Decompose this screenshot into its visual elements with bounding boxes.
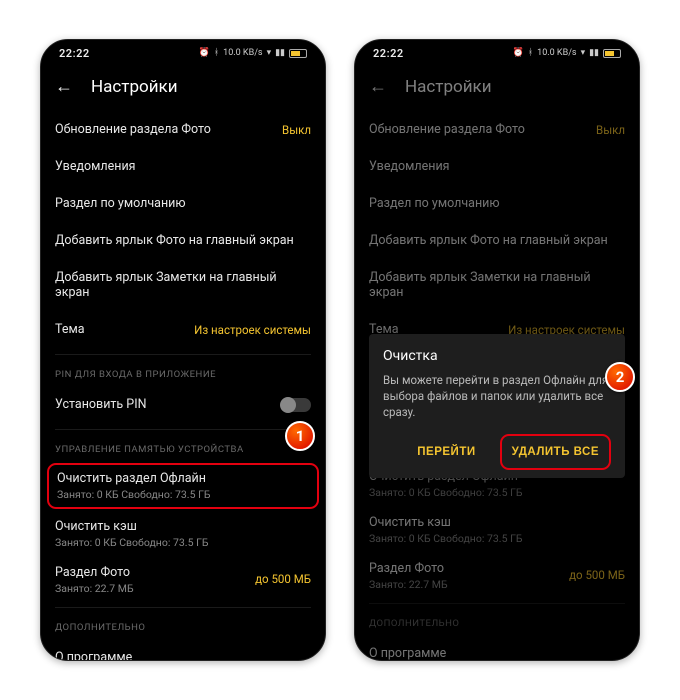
- setting-label: Добавить ярлык Заметки на главный экран: [369, 270, 625, 300]
- page-title: Настройки: [91, 77, 178, 97]
- setting-notes-shortcut[interactable]: Добавить ярлык Заметки на главный экран: [369, 259, 625, 311]
- setting-label: Добавить ярлык Фото на главный экран: [55, 233, 294, 248]
- setting-notes-shortcut[interactable]: Добавить ярлык Заметки на главный экран: [55, 259, 311, 311]
- setting-photo-shortcut[interactable]: Добавить ярлык Фото на главный экран: [55, 222, 311, 259]
- status-time: 22:22: [59, 47, 90, 60]
- status-time: 22:22: [373, 47, 404, 60]
- net-speed: 10.0 KB/s: [537, 48, 576, 58]
- signal-icon: ▮▮: [275, 48, 285, 58]
- storage-value: до 500 МБ: [255, 572, 311, 586]
- setting-theme[interactable]: Тема Из настроек системы: [55, 311, 311, 348]
- net-speed: 10.0 KB/s: [223, 48, 262, 58]
- storage-title: Раздел Фото: [55, 565, 134, 580]
- storage-title: Очистить кэш: [55, 519, 311, 534]
- storage-title: Раздел Фото: [369, 561, 448, 576]
- setting-notifications[interactable]: Уведомления: [55, 148, 311, 185]
- bt-icon: ᚼ: [528, 48, 533, 58]
- setting-default-section[interactable]: Раздел по умолчанию: [55, 185, 311, 222]
- setting-label: Уведомления: [55, 159, 136, 174]
- storage-title: Очистить кэш: [369, 515, 625, 530]
- setting-label: Тема: [55, 322, 85, 337]
- setting-value: Выкл: [282, 123, 311, 137]
- setting-label: Раздел по умолчанию: [55, 196, 186, 211]
- setting-photo-update[interactable]: Обновление раздела Фото Выкл: [55, 111, 311, 148]
- battery-icon: [603, 49, 621, 58]
- storage-subtitle: Занято: 22.7 МБ: [55, 582, 134, 595]
- section-extra-heading: ДОПОЛНИТЕЛЬНО: [55, 607, 311, 639]
- storage-value: до 500 МБ: [569, 568, 625, 582]
- storage-subtitle: Занято: 22.7 МБ: [369, 578, 448, 591]
- phone-screenshot-2: 22:22 ⏰ ᚼ 10.0 KB/s ▾ ▮▮ ← Настройки Обн…: [354, 39, 640, 661]
- setting-about[interactable]: О программе: [369, 635, 625, 661]
- storage-title: Очистить раздел Офлайн: [57, 471, 309, 486]
- pin-toggle[interactable]: [281, 398, 311, 412]
- alarm-icon: ⏰: [199, 48, 210, 58]
- setting-label: О программе: [55, 650, 132, 661]
- page-title: Настройки: [405, 77, 492, 97]
- highlight-clear-offline: Очистить раздел Офлайн Занято: 0 КБ Своб…: [47, 463, 319, 509]
- phone-screenshot-1: 22:22 ⏰ ᚼ 10.0 KB/s ▾ ▮▮ ← Настройки Обн…: [40, 39, 326, 661]
- setting-notifications[interactable]: Уведомления: [369, 148, 625, 185]
- dialog-text: Вы можете перейти в раздел Офлайн для вы…: [383, 372, 611, 420]
- section-storage-heading: УПРАВЛЕНИЕ ПАМЯТЬЮ УСТРОЙСТВА: [55, 429, 311, 461]
- highlight-delete-all: УДАЛИТЬ ВСЕ: [500, 434, 611, 470]
- storage-subtitle: Занято: 0 КБ Свободно: 73.5 ГБ: [57, 488, 309, 501]
- alarm-icon: ⏰: [513, 48, 524, 58]
- app-header: ← Настройки: [355, 66, 639, 111]
- back-icon[interactable]: ←: [55, 76, 73, 97]
- setting-label: Раздел по умолчанию: [369, 196, 500, 211]
- setting-label: Обновление раздела Фото: [55, 122, 211, 137]
- bt-icon: ᚼ: [214, 48, 219, 58]
- dialog-title: Очистка: [383, 348, 611, 364]
- signal-icon: ▮▮: [589, 48, 599, 58]
- status-icons: ⏰ ᚼ 10.0 KB/s ▾ ▮▮: [513, 48, 621, 58]
- section-extra-heading: ДОПОЛНИТЕЛЬНО: [369, 603, 625, 635]
- dialog-go-button[interactable]: ПЕРЕЙТИ: [415, 434, 477, 470]
- storage-clear-offline[interactable]: Очистить раздел Офлайн Занято: 0 КБ Своб…: [57, 471, 309, 501]
- status-icons: ⏰ ᚼ 10.0 KB/s ▾ ▮▮: [199, 48, 307, 58]
- setting-photo-shortcut[interactable]: Добавить ярлык Фото на главный экран: [369, 222, 625, 259]
- callout-1: 1: [285, 421, 315, 451]
- storage-clear-cache[interactable]: Очистить кэш Занято: 0 КБ Свободно: 73.5…: [369, 507, 625, 553]
- setting-value: Выкл: [596, 123, 625, 137]
- section-pin-heading: PIN ДЛЯ ВХОДА В ПРИЛОЖЕНИЕ: [55, 354, 311, 386]
- storage-photo-section[interactable]: Раздел Фото Занято: 22.7 МБ до 500 МБ: [55, 557, 311, 601]
- setting-photo-update[interactable]: Обновление раздела Фото Выкл: [369, 111, 625, 148]
- setting-label: Уведомления: [369, 159, 450, 174]
- setting-label: Обновление раздела Фото: [369, 122, 525, 137]
- dialog-delete-all-button[interactable]: УДАЛИТЬ ВСЕ: [510, 440, 601, 464]
- storage-subtitle: Занято: 0 КБ Свободно: 73.5 ГБ: [55, 536, 311, 549]
- setting-label: О программе: [369, 646, 446, 661]
- callout-2: 2: [605, 362, 635, 392]
- setting-label: Добавить ярлык Фото на главный экран: [369, 233, 608, 248]
- wifi-icon: ▾: [267, 48, 272, 58]
- status-bar: 22:22 ⏰ ᚼ 10.0 KB/s ▾ ▮▮: [41, 40, 325, 66]
- setting-label: Добавить ярлык Заметки на главный экран: [55, 270, 311, 300]
- setting-set-pin[interactable]: Установить PIN: [55, 386, 311, 423]
- app-header: ← Настройки: [41, 66, 325, 111]
- battery-icon: [289, 49, 307, 58]
- setting-default-section[interactable]: Раздел по умолчанию: [369, 185, 625, 222]
- cleanup-dialog: Очистка Вы можете перейти в раздел Офлай…: [369, 334, 625, 478]
- storage-clear-cache[interactable]: Очистить кэш Занято: 0 КБ Свободно: 73.5…: [55, 511, 311, 557]
- status-bar: 22:22 ⏰ ᚼ 10.0 KB/s ▾ ▮▮: [355, 40, 639, 66]
- setting-value: Из настроек системы: [194, 323, 311, 337]
- storage-photo-section[interactable]: Раздел Фото Занято: 22.7 МБ до 500 МБ: [369, 553, 625, 597]
- setting-label: Установить PIN: [55, 397, 147, 412]
- storage-subtitle: Занято: 0 КБ Свободно: 73.5 ГБ: [369, 532, 625, 545]
- storage-subtitle: Занято: 0 КБ Свободно: 73.5 ГБ: [369, 486, 625, 499]
- wifi-icon: ▾: [581, 48, 586, 58]
- setting-about[interactable]: О программе: [55, 639, 311, 661]
- back-icon[interactable]: ←: [369, 76, 387, 97]
